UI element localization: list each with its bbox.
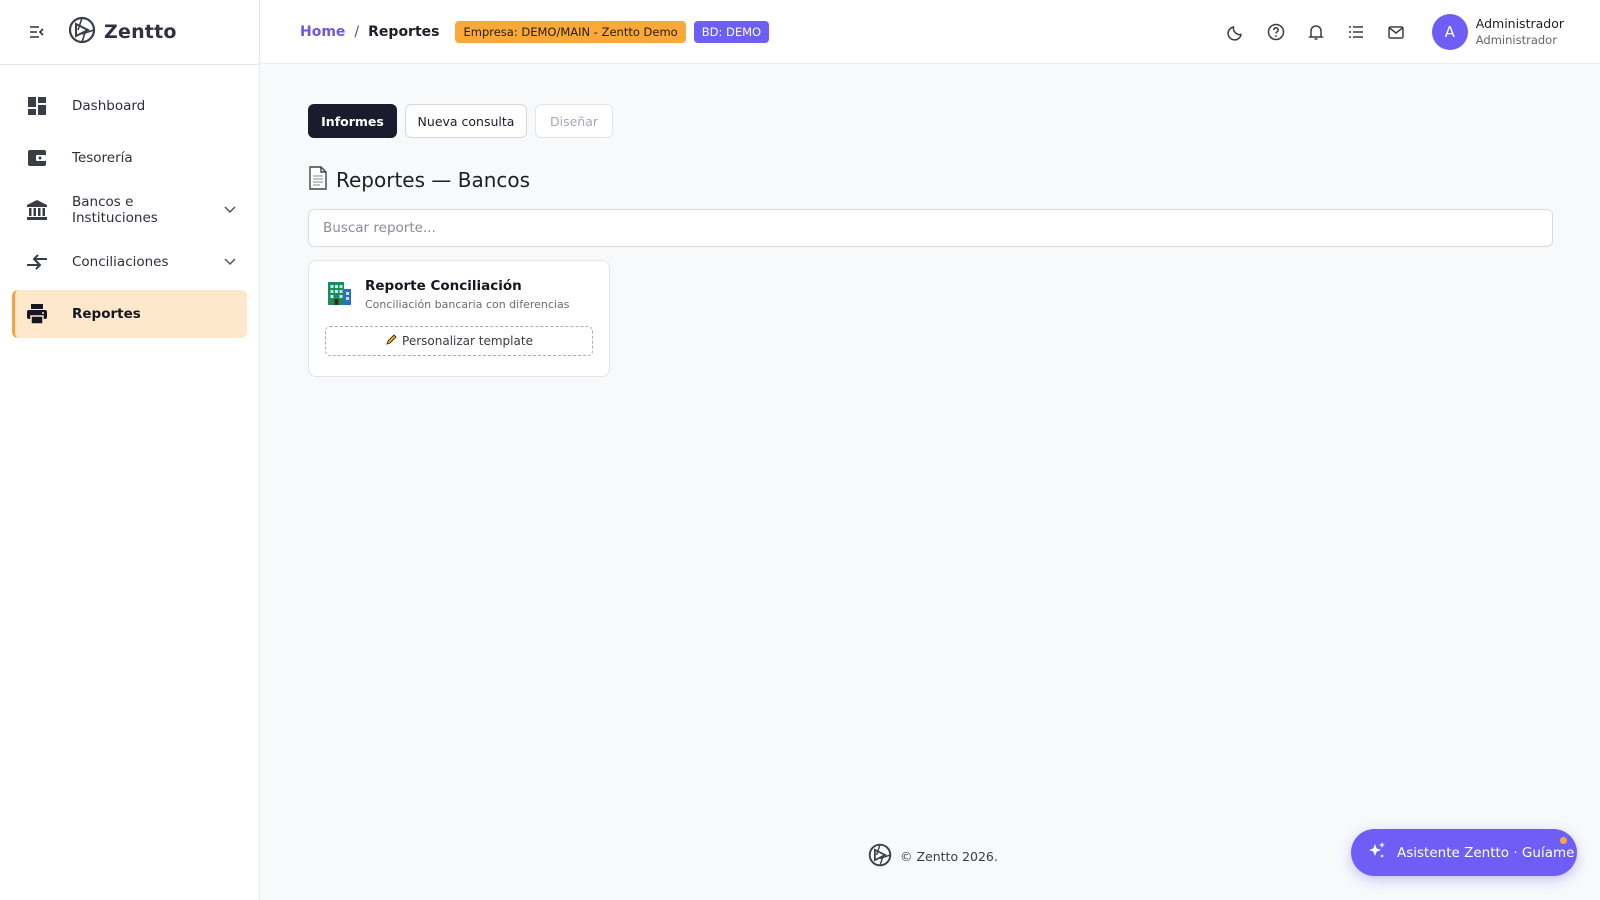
bell-icon[interactable] bbox=[1304, 20, 1328, 44]
building-icon bbox=[325, 279, 353, 311]
tab-informes[interactable]: Informes bbox=[308, 104, 397, 138]
wallet-icon bbox=[26, 147, 48, 169]
printer-icon bbox=[26, 303, 48, 325]
sidebar-item-label: Conciliaciones bbox=[72, 254, 169, 270]
tab-nueva-consulta[interactable]: Nueva consulta bbox=[405, 104, 527, 138]
sidebar-nav: Dashboard Tesorería Bancos e Institucion… bbox=[0, 65, 259, 338]
tab-disenar: Diseñar bbox=[535, 104, 613, 138]
company-badge: Empresa: DEMO/MAIN - Zentto Demo bbox=[455, 20, 686, 43]
breadcrumb-home-link[interactable]: Home bbox=[300, 24, 345, 40]
report-card-description: Conciliación bancaria con diferencias bbox=[365, 298, 570, 311]
sidebar-item-label: Tesorería bbox=[72, 150, 133, 166]
header-actions: A Administrador Administrador bbox=[1224, 0, 1564, 64]
breadcrumb: Home / Reportes bbox=[300, 24, 439, 40]
sidebar-item-label: Bancos e Instituciones bbox=[72, 194, 158, 226]
pencil-icon bbox=[385, 333, 398, 349]
page-title-text: Reportes — Bancos bbox=[336, 168, 531, 192]
sidebar-item-conciliaciones[interactable]: Conciliaciones bbox=[12, 238, 247, 286]
assistant-label: Asistente Zentto · Guíame bbox=[1397, 844, 1575, 861]
report-card-header: Reporte Conciliación Conciliación bancar… bbox=[325, 278, 593, 311]
report-card[interactable]: Reporte Conciliación Conciliación bancar… bbox=[308, 260, 610, 377]
sidebar-item-bancos[interactable]: Bancos e Instituciones bbox=[12, 186, 247, 234]
moon-icon[interactable] bbox=[1224, 20, 1248, 44]
avatar[interactable]: A bbox=[1431, 14, 1468, 50]
sidebar-header: Zentto bbox=[0, 0, 259, 65]
top-header: Home / Reportes Empresa: DEMO/MAIN - Zen… bbox=[261, 0, 1600, 64]
notification-dot bbox=[1560, 837, 1567, 844]
brand-logo[interactable]: Zentto bbox=[68, 16, 177, 48]
user-info[interactable]: Administrador Administrador bbox=[1476, 15, 1564, 49]
zentto-logo-icon bbox=[868, 843, 892, 870]
database-badge: BD: DEMO bbox=[693, 20, 770, 43]
compare-arrows-icon bbox=[26, 251, 48, 273]
sidebar: Zentto Dashboard Tesorería Bancos e Inst… bbox=[0, 0, 260, 900]
sparkles-icon bbox=[1367, 841, 1387, 865]
user-name: Administrador bbox=[1475, 16, 1564, 31]
breadcrumb-current: Reportes bbox=[368, 23, 440, 40]
sidebar-item-label: Dashboard bbox=[72, 98, 146, 114]
collapse-menu-icon[interactable] bbox=[26, 21, 48, 43]
user-role: Administrador bbox=[1475, 33, 1557, 47]
list-icon[interactable] bbox=[1344, 20, 1368, 44]
report-card-title: Reporte Conciliación bbox=[365, 278, 522, 294]
sidebar-item-dashboard[interactable]: Dashboard bbox=[12, 82, 247, 130]
assistant-button[interactable]: Asistente Zentto · Guíame bbox=[1351, 829, 1577, 876]
zentto-logo-icon bbox=[68, 16, 96, 48]
chevron-down-icon[interactable] bbox=[221, 253, 239, 271]
bank-icon bbox=[26, 199, 48, 221]
footer-text: © Zentto 2026. bbox=[900, 849, 998, 864]
dashboard-icon bbox=[26, 95, 48, 117]
breadcrumb-separator: / bbox=[354, 23, 360, 40]
mail-icon[interactable] bbox=[1384, 20, 1408, 44]
brand-name: Zentto bbox=[104, 21, 177, 43]
sidebar-item-tesoreria[interactable]: Tesorería bbox=[12, 134, 247, 182]
main-content: Informes Nueva consulta Diseñar Reportes… bbox=[308, 104, 1553, 377]
report-card-text: Reporte Conciliación Conciliación bancar… bbox=[365, 278, 569, 311]
customize-template-button[interactable]: Personalizar template bbox=[325, 326, 593, 356]
page-title: Reportes — Bancos bbox=[308, 166, 1553, 194]
chevron-down-icon[interactable] bbox=[221, 201, 239, 219]
search-input[interactable] bbox=[308, 209, 1553, 247]
customize-template-label: Personalizar template bbox=[402, 334, 533, 348]
footer: © Zentto 2026. bbox=[868, 843, 998, 870]
sidebar-item-reportes[interactable]: Reportes bbox=[12, 290, 247, 338]
help-icon[interactable] bbox=[1264, 20, 1288, 44]
sidebar-item-label: Reportes bbox=[72, 306, 141, 322]
document-icon bbox=[308, 166, 328, 194]
report-tabs: Informes Nueva consulta Diseñar bbox=[308, 104, 1553, 138]
